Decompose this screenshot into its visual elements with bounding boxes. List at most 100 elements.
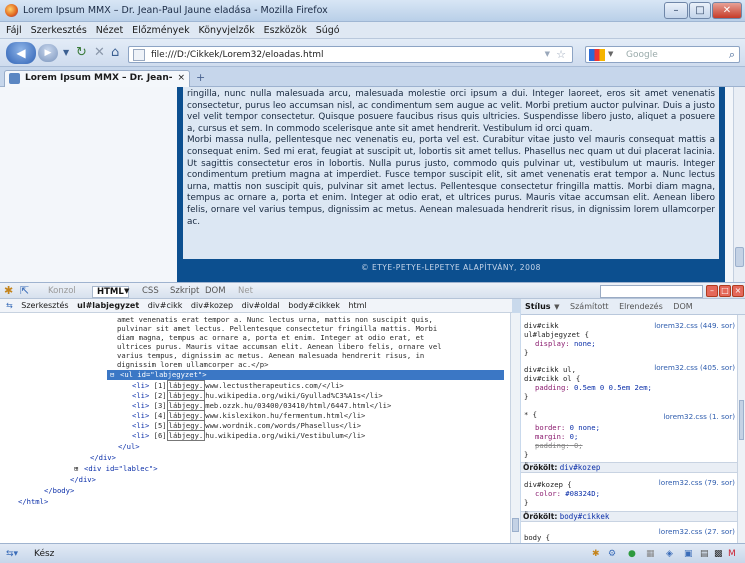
html-pane-scrollbar[interactable]: [510, 313, 520, 543]
page-scrollbar[interactable]: [733, 87, 745, 282]
firebug-search-input[interactable]: [600, 285, 703, 298]
tab-css[interactable]: CSS: [142, 286, 159, 296]
css-source-link[interactable]: lorem32.css (79. sor): [659, 478, 735, 487]
tab-script[interactable]: Szkript: [170, 286, 199, 296]
css-declaration[interactable]: margin: 0;: [535, 432, 578, 441]
css-declaration[interactable]: display: none;: [535, 339, 596, 348]
li-node[interactable]: <li> [2] lábjegy. hu.wikipedia.org/wiki/Gy…: [132, 390, 383, 401]
close-tag[interactable]: </div>: [70, 475, 96, 484]
html-tab-dropdown-icon[interactable]: ▼: [124, 287, 129, 295]
tab-side-dom[interactable]: DOM: [673, 302, 692, 311]
style-pane-scrollbar[interactable]: [737, 315, 745, 543]
crumb-div-oldal[interactable]: div#oldal: [242, 301, 280, 310]
forward-button[interactable]: ▶: [38, 44, 58, 62]
menu-file[interactable]: Fájl: [6, 22, 22, 39]
scrollbar-thumb[interactable]: [735, 247, 744, 267]
scrollbar-thumb[interactable]: [512, 518, 519, 532]
minimize-button[interactable]: –: [664, 2, 688, 19]
menu-help[interactable]: Súgó: [316, 22, 340, 39]
menu-bookmarks[interactable]: Könyvjelzők: [198, 22, 254, 39]
crumb-div-kozep[interactable]: div#kozep: [191, 301, 233, 310]
url-bar[interactable]: file:///D:/Cikkek/Lorem32/eloadas.html ☆…: [128, 46, 573, 63]
addon-icon[interactable]: ▦: [646, 544, 655, 563]
addon-icon[interactable]: ▣: [684, 544, 693, 563]
css-declaration[interactable]: color: #08324D;: [535, 489, 600, 498]
tab-lorem-ipsum[interactable]: Lorem Ipsum MMX – Dr. Jean-Pau... ×: [4, 70, 190, 98]
css-source-link[interactable]: lorem32.css (405. sor): [654, 363, 735, 372]
crumb-body[interactable]: body#cikkek: [288, 301, 340, 310]
tab-dom[interactable]: DOM: [205, 286, 226, 296]
css-selector[interactable]: body {: [524, 533, 550, 542]
firebug-close-icon[interactable]: ×: [732, 285, 744, 297]
inspect-icon[interactable]: ⇱: [20, 284, 29, 297]
maximize-button[interactable]: □: [689, 2, 711, 19]
selected-node[interactable]: <ul id="labjegyzet">: [120, 370, 207, 380]
menu-tools[interactable]: Eszközök: [264, 22, 307, 39]
tab-computed[interactable]: Számított: [570, 302, 609, 311]
css-selector[interactable]: div#cikk: [524, 321, 559, 330]
search-engine-dropdown-icon[interactable]: ▼: [608, 50, 613, 58]
new-tab-button[interactable]: +: [196, 71, 214, 86]
tab-layout[interactable]: Elrendezés: [619, 302, 663, 311]
close-tag[interactable]: </body>: [44, 486, 74, 495]
addon-icon[interactable]: ◈: [666, 544, 673, 563]
collapse-toggle-icon[interactable]: ⊟: [110, 370, 114, 379]
li-node[interactable]: <li> [6] lábjegy. hu.wikipedia.org/wiki/Ve…: [132, 430, 365, 441]
mail-icon[interactable]: M: [728, 544, 736, 563]
menu-edit[interactable]: Szerkesztés: [31, 22, 87, 39]
css-selector[interactable]: div#cikk ul,: [524, 365, 576, 374]
menu-view[interactable]: Nézet: [96, 22, 124, 39]
tab-close-button[interactable]: ×: [177, 71, 185, 86]
close-window-button[interactable]: ✕: [712, 2, 742, 19]
crumb-ul[interactable]: ul#labjegyzet: [77, 301, 139, 310]
history-dropdown-icon[interactable]: ▼: [63, 48, 69, 57]
firebug-status-icon[interactable]: ✱: [592, 544, 600, 563]
status-toggle-icon[interactable]: ⇆▾: [6, 544, 18, 563]
css-declaration[interactable]: padding: 0.5em 0 0.5em 2em;: [535, 383, 652, 392]
google-icon[interactable]: [589, 49, 605, 61]
edit-button[interactable]: Szerkesztés: [21, 301, 68, 310]
firebug-icon[interactable]: ✱: [4, 284, 13, 297]
url-dropdown-icon[interactable]: ▼: [545, 50, 550, 58]
close-tag[interactable]: </html>: [18, 497, 48, 506]
css-selector[interactable]: * {: [524, 410, 537, 419]
addon-icon[interactable]: ⚙: [608, 544, 616, 563]
back-button[interactable]: ◀: [6, 42, 36, 64]
reload-icon[interactable]: ↻: [76, 45, 87, 60]
close-tag[interactable]: </ul>: [118, 442, 140, 451]
bookmark-star-icon[interactable]: ☆: [556, 48, 566, 61]
tab-console[interactable]: Konzol: [48, 286, 76, 296]
home-icon[interactable]: ⌂: [111, 45, 119, 60]
css-declaration-overridden[interactable]: padding: 0;: [535, 441, 583, 450]
search-box[interactable]: ▼ Google ⌕: [585, 46, 740, 63]
stop-icon[interactable]: ✕: [94, 45, 105, 60]
scrollbar-thumb[interactable]: [739, 400, 744, 440]
addon-icon[interactable]: ▤: [700, 544, 709, 563]
breadcrumb-nav-icon[interactable]: ⇆: [6, 301, 13, 310]
crumb-html[interactable]: html: [348, 301, 366, 310]
css-source-link[interactable]: lorem32.css (449. sor): [654, 321, 735, 330]
li-node[interactable]: <li> [3] lábjegy. meb.ozzk.hu/03400/03410/…: [132, 400, 391, 411]
tab-style[interactable]: Stílus: [525, 302, 551, 311]
tab-net[interactable]: Net: [238, 286, 253, 296]
expand-toggle-icon[interactable]: ⊞: [74, 464, 78, 473]
firebug-minimize-icon[interactable]: –: [706, 285, 718, 297]
style-dropdown-icon[interactable]: ▼: [554, 303, 559, 311]
css-selector[interactable]: div#kozep {: [524, 480, 572, 489]
firebug-detach-icon[interactable]: □: [719, 285, 731, 297]
li-node[interactable]: <li> [1] lábjegy. www.lectustherapeutics.c…: [132, 380, 344, 391]
close-tag[interactable]: </div>: [90, 453, 116, 462]
search-icon[interactable]: ⌕: [729, 48, 735, 62]
crumb-div-cikk[interactable]: div#cikk: [148, 301, 183, 310]
css-selector[interactable]: div#cikk ol {: [524, 374, 580, 383]
validator-icon[interactable]: ●: [628, 544, 636, 563]
li-node[interactable]: <li> [4] lábjegy. www.kislexikon.hu/fermen…: [132, 410, 365, 421]
css-declaration[interactable]: border: 0 none;: [535, 423, 600, 432]
css-selector[interactable]: ul#labjegyzet {: [524, 330, 589, 339]
addon-icon[interactable]: ▩: [714, 544, 723, 563]
css-source-link[interactable]: lorem32.css (27. sor): [659, 527, 735, 536]
css-source-link[interactable]: lorem32.css (1. sor): [663, 412, 735, 421]
menu-history[interactable]: Előzmények: [132, 22, 190, 39]
li-node[interactable]: <li> [5] lábjegy. www.wordnik.com/words/Ph…: [132, 420, 361, 431]
div-lablec-node[interactable]: <div id="lablec">: [84, 464, 158, 473]
